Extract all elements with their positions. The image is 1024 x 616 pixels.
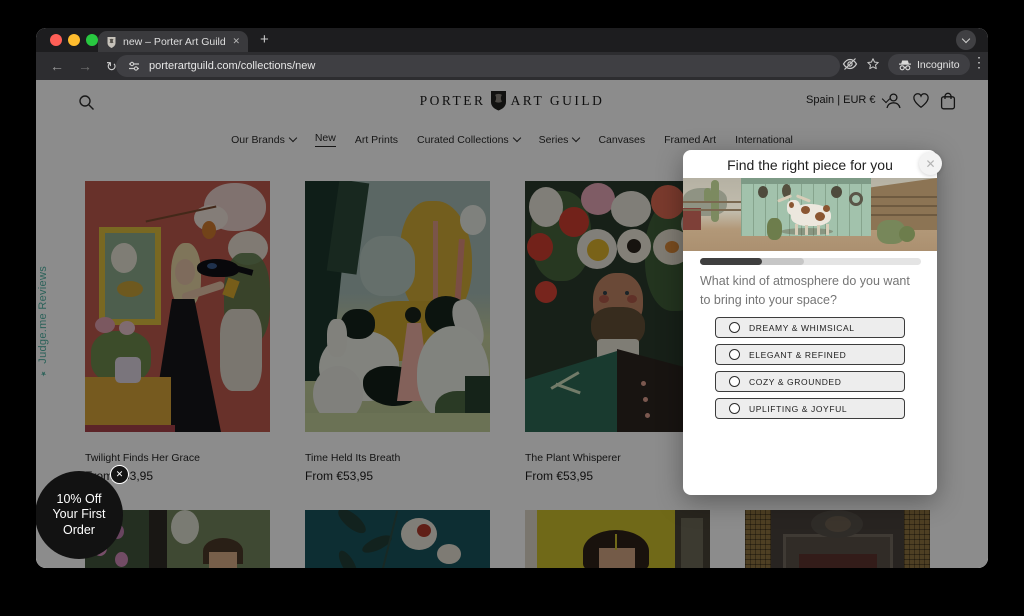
discount-badge-close-icon[interactable]: ✕ xyxy=(110,465,129,484)
quiz-option-uplifting[interactable]: UPLIFTING & JOYFUL xyxy=(715,398,905,419)
url-text: porterartguild.com/collections/new xyxy=(149,60,315,72)
window-close-button[interactable] xyxy=(50,34,62,46)
browser-tab[interactable]: new – Porter Art Guild ✕ xyxy=(98,31,248,52)
quiz-option-cozy[interactable]: COZY & GROUNDED xyxy=(715,371,905,392)
eye-off-icon[interactable] xyxy=(842,57,858,71)
new-tab-button[interactable]: + xyxy=(260,30,269,50)
site-info-icon[interactable] xyxy=(128,60,140,72)
tab-title: new – Porter Art Guild xyxy=(123,36,232,48)
radio-icon[interactable] xyxy=(729,322,740,333)
favicon-crest-icon xyxy=(106,36,117,48)
window-minimize-button[interactable] xyxy=(68,34,80,46)
tab-strip: new – Porter Art Guild ✕ + xyxy=(36,28,988,52)
discount-line: Order xyxy=(63,523,95,539)
quiz-option-elegant[interactable]: ELEGANT & REFINED xyxy=(715,344,905,365)
discount-line: 10% Off xyxy=(57,492,102,508)
incognito-label: Incognito xyxy=(917,59,960,71)
radio-icon[interactable] xyxy=(729,349,740,360)
quiz-hero-image xyxy=(683,178,937,251)
progress-fill-primary xyxy=(700,258,762,265)
radio-icon[interactable] xyxy=(729,403,740,414)
quiz-question: What kind of atmosphere do you want to b… xyxy=(700,272,922,311)
address-bar[interactable]: porterartguild.com/collections/new xyxy=(116,55,840,77)
incognito-badge: Incognito xyxy=(888,54,970,75)
quiz-modal: Find the right piece for you ✕ xyxy=(683,150,937,495)
tab-search-chevron-button[interactable] xyxy=(956,30,976,50)
incognito-icon xyxy=(898,59,912,71)
tab-close-icon[interactable]: ✕ xyxy=(232,36,240,47)
window-zoom-button[interactable] xyxy=(86,34,98,46)
radio-icon[interactable] xyxy=(729,376,740,387)
discount-badge[interactable]: 10% Off Your First Order xyxy=(36,471,123,559)
bookmark-star-icon[interactable] xyxy=(866,57,880,71)
back-icon[interactable]: ← xyxy=(50,59,64,73)
browser-menu-icon[interactable]: ⋮ xyxy=(972,54,986,71)
modal-title: Find the right piece for you xyxy=(683,157,937,173)
discount-line: Your First xyxy=(52,507,105,523)
quiz-option-dreamy[interactable]: DREAMY & WHIMSICAL xyxy=(715,317,905,338)
modal-close-icon[interactable]: ✕ xyxy=(919,152,942,175)
forward-icon[interactable]: → xyxy=(78,59,92,73)
browser-window: new – Porter Art Guild ✕ + ← → ↻ portera… xyxy=(36,28,988,568)
quiz-progress-bar xyxy=(700,258,921,265)
page-content: PORTER ART GUILD Spain | EUR € Our xyxy=(36,80,988,568)
